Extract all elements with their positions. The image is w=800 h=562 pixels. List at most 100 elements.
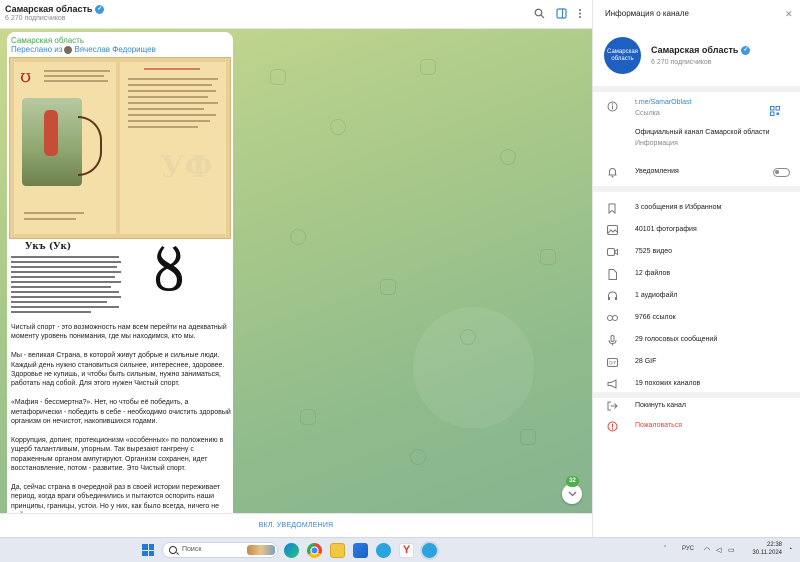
stat-voice[interactable]: 29 голосовых сообщений [635, 336, 717, 343]
channel-name-text: Самарская область [651, 45, 739, 55]
channel-link-label: Ссылка [635, 110, 660, 117]
channel-info-panel: Информация о канале ✕ Самарская область … [592, 0, 800, 537]
keyboard-language[interactable]: РУС [682, 546, 694, 552]
headphones-icon [606, 290, 618, 302]
scroll-down-button[interactable] [562, 484, 582, 504]
forwarded-avatar [64, 45, 73, 54]
channel-link[interactable]: t.me/SamarOblast [635, 99, 691, 106]
leave-channel-button[interactable]: Покинуть канал [635, 402, 686, 409]
text-line [144, 68, 200, 70]
text-line [11, 256, 119, 258]
stat-files[interactable]: 12 файлов [635, 270, 670, 277]
text-line [128, 108, 204, 110]
pattern-doodle [540, 249, 556, 265]
store-icon[interactable] [353, 543, 368, 558]
book-initial-letter: ʊ [20, 66, 32, 87]
taskbar-clock[interactable]: 22:38 30.11.2024 [744, 541, 782, 557]
message-photo-book[interactable]: ʊ УФ [9, 57, 231, 239]
pattern-doodle [330, 119, 346, 135]
link-icon [606, 312, 618, 324]
report-button[interactable]: Пожаловаться [635, 422, 682, 429]
photo-icon [606, 224, 618, 236]
notification-bell-icon[interactable]: ◔ [788, 546, 792, 553]
stat-similar-channels[interactable]: 19 похожих каналов [635, 380, 700, 387]
close-icon[interactable]: ✕ [785, 9, 793, 20]
file-explorer-icon[interactable] [330, 543, 345, 558]
bow-shape [78, 116, 102, 176]
yandex-browser-icon[interactable]: Y [399, 543, 414, 558]
message-photo-dictionary[interactable]: Укъ (Ук) ȣ [9, 236, 231, 320]
chat-title-text: Самарская область [5, 4, 93, 14]
battery-icon[interactable]: ▭ [728, 546, 735, 554]
qr-code-icon[interactable] [770, 103, 780, 116]
message-author[interactable]: Самарская область [11, 36, 84, 45]
stat-saved[interactable]: 3 сообщения в Избранном [635, 204, 721, 211]
text-line [11, 276, 115, 278]
pattern-doodle [290, 229, 306, 245]
pattern-doodle [410, 449, 426, 465]
text-line [11, 311, 91, 313]
unread-count-badge: 32 [566, 476, 579, 487]
info-icon [606, 100, 618, 112]
chrome-icon[interactable] [307, 543, 322, 558]
edge-browser-icon[interactable] [284, 543, 299, 558]
telegram-icon[interactable] [376, 543, 391, 558]
dictionary-heading: Укъ (Ук) [25, 242, 72, 252]
text-line [11, 296, 121, 298]
text-line [11, 281, 121, 283]
text-line [11, 286, 111, 288]
channel-avatar-text: Самарская область [607, 48, 638, 62]
text-line [128, 96, 208, 98]
uk-letter-glyph: ȣ [153, 236, 186, 304]
message-paragraph: Мы - великая Страна, в которой живут доб… [11, 352, 225, 388]
channel-avatar[interactable]: Самарская область [604, 37, 641, 74]
channel-description: Официальный канал Самарской области [635, 129, 770, 136]
text-line [11, 261, 121, 263]
chat-header: Самарская область ✓ 6 270 подписчиков [0, 0, 592, 29]
video-icon [606, 246, 618, 258]
text-line [128, 126, 198, 128]
message-bubble[interactable]: Самарская область Переслано из Вячеслав … [7, 32, 233, 513]
forwarded-from[interactable]: Переслано из Вячеслав Федорищев [11, 45, 156, 54]
notifications-toggle[interactable] [773, 168, 790, 177]
text-line [128, 120, 210, 122]
info-header: Информация о канале ✕ [593, 0, 800, 29]
channel-name: Самарская область ✓ [651, 45, 751, 55]
stat-links[interactable]: 9766 ссылок [635, 314, 676, 321]
stat-gif[interactable]: 28 GIF [635, 358, 656, 365]
enable-notifications-button[interactable]: ВКЛ. УВЕДОМЛЕНИЯ [0, 514, 592, 538]
pattern-doodle [300, 409, 316, 425]
info-header-title: Информация о канале [605, 9, 689, 18]
pattern-doodle [500, 149, 516, 165]
bell-icon [606, 166, 618, 178]
wifi-icon[interactable]: ◠ [704, 546, 710, 554]
volume-icon[interactable]: ◁ [716, 546, 721, 554]
stat-photos[interactable]: 40101 фотография [635, 226, 697, 233]
pattern-doodle [460, 329, 476, 345]
windows-start-icon[interactable] [142, 544, 154, 556]
book-page-left: ʊ [14, 62, 116, 234]
telegram-active-icon[interactable] [422, 543, 437, 558]
text-line [44, 70, 110, 72]
chat-area[interactable]: Самарская область Переслано из Вячеслав … [0, 29, 592, 513]
archer-illustration [22, 98, 102, 186]
sidebar-toggle-icon[interactable] [554, 6, 568, 20]
pattern-doodle [520, 429, 536, 445]
section-divider [593, 392, 800, 398]
notifications-label: Уведомления [635, 168, 679, 175]
tray-chevron-icon[interactable]: ˆ [664, 546, 666, 553]
pattern-doodle [420, 59, 436, 75]
taskbar-search[interactable]: Поиск [162, 542, 278, 558]
text-line [11, 271, 121, 273]
report-icon [606, 420, 618, 432]
text-line [128, 84, 212, 86]
text-line [44, 80, 108, 82]
chat-title[interactable]: Самарская область ✓ [5, 4, 105, 14]
forwarded-label: Переслано из [11, 45, 63, 54]
more-vertical-icon[interactable] [573, 6, 587, 20]
search-icon[interactable] [532, 6, 546, 20]
clock-time: 22:38 [766, 542, 782, 548]
stat-audio[interactable]: 1 аудиофайл [635, 292, 677, 299]
chat-footer: ВКЛ. УВЕДОМЛЕНИЯ [0, 513, 592, 537]
stat-videos[interactable]: 7525 видео [635, 248, 672, 255]
